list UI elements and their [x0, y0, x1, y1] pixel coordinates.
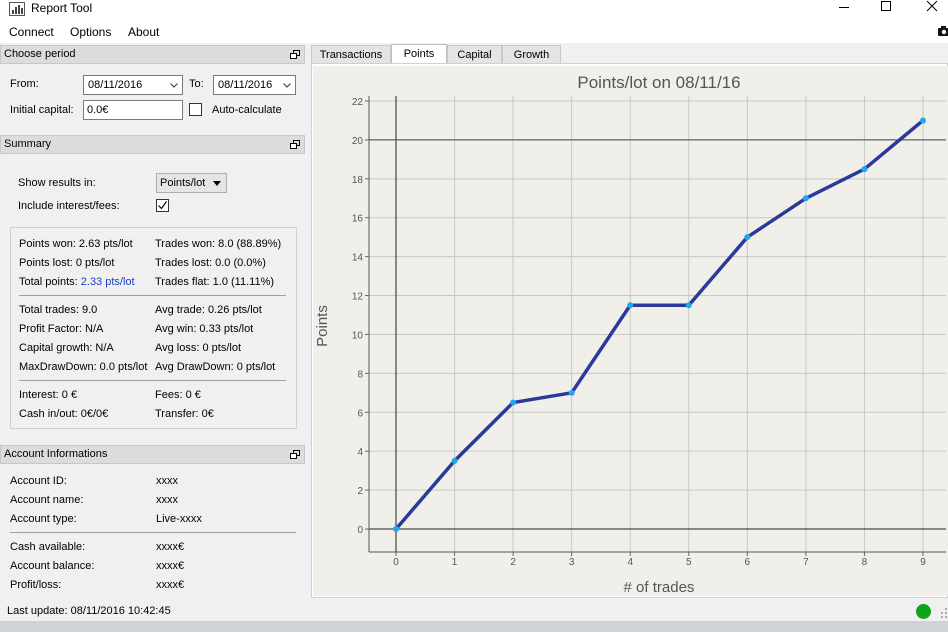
- y-tick-label: 22: [352, 97, 364, 108]
- data-point: [861, 166, 868, 173]
- x-tick-label: 5: [686, 557, 692, 568]
- desktop-background: [0, 621, 948, 632]
- y-tick-label: 16: [352, 214, 364, 225]
- chart-axes: [368, 96, 946, 553]
- y-tick-label: 12: [352, 292, 364, 303]
- x-tick-label: 1: [452, 557, 458, 568]
- data-point: [451, 457, 458, 464]
- x-tick-label: 0: [393, 557, 399, 568]
- x-tick-label: 4: [627, 557, 633, 568]
- y-tick-label: 0: [357, 525, 363, 536]
- y-tick-label: 8: [357, 369, 363, 380]
- data-point: [568, 389, 575, 396]
- y-tick-label: 2: [357, 486, 363, 497]
- data-point: [744, 234, 751, 241]
- x-tick-label: 9: [920, 557, 926, 568]
- x-axis-label: # of trades: [624, 579, 695, 596]
- y-tick-label: 10: [352, 330, 364, 341]
- points-chart: Points/lot on 08/11/16 0123456789 024681…: [314, 73, 946, 596]
- resize-grip-icon[interactable]: [938, 606, 948, 618]
- status-bar: Last update: 08/11/2016 10:42:45: [0, 601, 948, 621]
- x-tick-label: 8: [862, 557, 868, 568]
- chart-title: Points/lot on 08/11/16: [577, 73, 740, 92]
- data-point: [802, 195, 809, 202]
- connection-status-icon: [916, 604, 931, 619]
- chart-series: [393, 117, 926, 532]
- x-axis-ticks: 0 1 2 3 4 5 6 7 8 9: [393, 552, 926, 568]
- x-tick-label: 7: [803, 557, 809, 568]
- data-point: [510, 399, 517, 406]
- x-tick-label: 3: [569, 557, 575, 568]
- last-update: Last update: 08/11/2016 10:42:45: [7, 605, 171, 617]
- data-point: [393, 526, 399, 532]
- y-axis-label: Points: [314, 305, 331, 347]
- y-tick-label: 18: [352, 175, 364, 186]
- y-tick-label: 6: [357, 408, 363, 419]
- data-point: [685, 302, 692, 309]
- x-tick-label: 2: [510, 557, 516, 568]
- y-axis-ticks: 0 2 4 6 8 10 12 14 16 18 20 22: [352, 97, 369, 536]
- y-tick-label: 4: [357, 447, 363, 458]
- y-tick-label: 20: [352, 136, 364, 147]
- data-point: [627, 302, 634, 309]
- x-tick-label: 6: [745, 557, 751, 568]
- y-tick-label: 14: [352, 253, 364, 264]
- chart-grid: [369, 96, 946, 552]
- series-line: [394, 118, 925, 531]
- data-point: [920, 117, 926, 124]
